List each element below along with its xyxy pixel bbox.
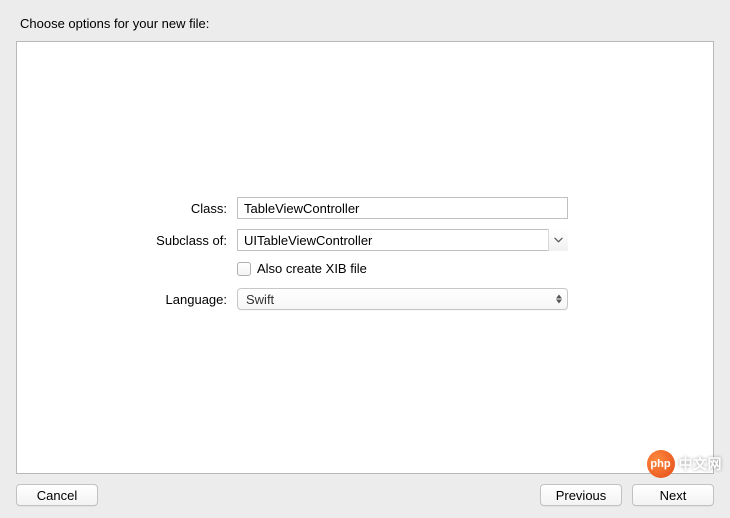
xib-row: Also create XIB file [237,261,568,276]
footer-left: Cancel [16,484,98,506]
watermark: php 中文网 [647,450,723,478]
class-label: Class: [17,201,237,216]
class-input[interactable] [237,197,568,219]
xib-label[interactable]: Also create XIB file [257,261,367,276]
subclass-combo[interactable] [237,229,568,251]
watermark-logo-icon: php [647,450,675,478]
language-control: Swift [237,288,568,310]
language-select[interactable]: Swift [237,288,568,310]
subclass-row: Subclass of: [17,229,568,251]
footer: Cancel Previous Next [16,474,714,506]
class-row: Class: [17,197,568,219]
footer-right: Previous Next [540,484,714,506]
dialog-container: Choose options for your new file: Class:… [0,0,730,518]
language-value[interactable]: Swift [237,288,568,310]
subclass-control [237,229,568,251]
main-panel: Class: Subclass of: Al [16,41,714,474]
next-button[interactable]: Next [632,484,714,506]
form-area: Class: Subclass of: Al [17,197,713,320]
cancel-button[interactable]: Cancel [16,484,98,506]
subclass-label: Subclass of: [17,233,237,248]
xib-checkbox[interactable] [237,262,251,276]
dialog-title: Choose options for your new file: [20,16,714,31]
subclass-input[interactable] [237,229,568,251]
class-control [237,197,568,219]
watermark-text: 中文网 [679,454,723,474]
language-row: Language: Swift [17,288,568,310]
language-label: Language: [17,292,237,307]
previous-button[interactable]: Previous [540,484,622,506]
